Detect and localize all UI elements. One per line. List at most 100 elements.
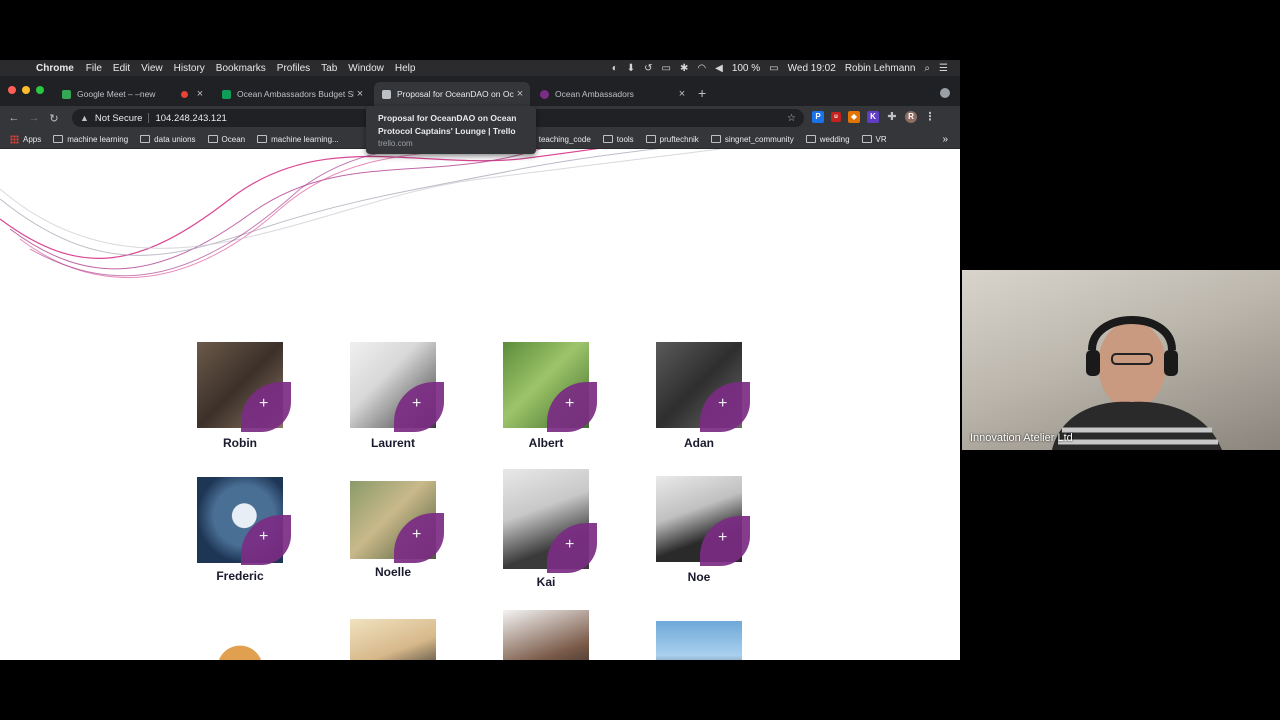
tab-search-icon[interactable] xyxy=(940,88,950,98)
back-arrow-icon[interactable]: ← xyxy=(4,112,24,124)
tab-title: Google Meet – –new xyxy=(77,89,156,99)
folder-icon xyxy=(861,135,872,143)
url-text[interactable]: 104.248.243.121 xyxy=(155,113,226,124)
bookmarks-overflow-icon[interactable]: » xyxy=(942,134,948,145)
extensions-puzzle-icon[interactable]: ✚ xyxy=(886,111,898,123)
profile-avatar[interactable]: R xyxy=(905,111,917,123)
display-icon[interactable]: ▭ xyxy=(662,63,671,74)
participant-name-label: Innovation Atelier Ltd xyxy=(970,432,1073,444)
folder-icon xyxy=(710,135,721,143)
tooltip-url: trello.com xyxy=(378,139,413,148)
menu-help[interactable]: Help xyxy=(395,63,416,74)
wave-line xyxy=(0,149,721,249)
ambassador-photo xyxy=(503,610,589,660)
tooltip-title: Proposal for OceanDAO on Ocean Protocol … xyxy=(378,113,517,136)
battery-icon[interactable]: ▭ xyxy=(769,63,778,74)
bookmark-apps[interactable]: Apps xyxy=(10,134,41,144)
menu-app-chrome[interactable]: Chrome xyxy=(36,63,74,74)
menu-bookmarks[interactable]: Bookmarks xyxy=(216,63,266,74)
apps-grid-icon xyxy=(10,134,19,144)
menubar-status-area: ◐ ⬇ ↺ ▭ ✱ ◠ ◀ 100 % ▭ Wed 19:02 Robin Le… xyxy=(612,63,960,74)
menu-tab[interactable]: Tab xyxy=(321,63,337,74)
extension-p-icon[interactable]: P xyxy=(812,111,824,123)
menu-window[interactable]: Window xyxy=(348,63,384,74)
bookmark-folder[interactable]: wedding xyxy=(805,135,850,144)
recording-indicator-icon xyxy=(181,90,188,98)
google-meet-icon xyxy=(62,89,71,99)
not-secure-label[interactable]: Not Secure xyxy=(95,113,143,124)
bluetooth-icon[interactable]: ✱ xyxy=(680,63,688,74)
trello-icon xyxy=(382,89,391,99)
menu-edit[interactable]: Edit xyxy=(113,63,130,74)
extensions-area: P u ◆ K ✚ R ⋮ xyxy=(812,111,936,123)
close-icon[interactable]: × xyxy=(194,88,206,100)
volume-icon[interactable]: ◀ xyxy=(715,63,723,74)
plus-icon: + xyxy=(259,528,269,545)
plus-icon: + xyxy=(412,526,422,543)
menu-history[interactable]: History xyxy=(174,63,205,74)
close-icon[interactable]: × xyxy=(514,88,526,100)
ambassador-name: Frederic xyxy=(216,569,264,583)
folder-icon xyxy=(207,135,218,143)
tab-proposal-oceandao[interactable]: Proposal for OceanDAO on Oc × xyxy=(374,82,530,106)
wifi-icon[interactable]: ◠ xyxy=(697,63,706,74)
plus-icon: + xyxy=(718,395,728,412)
new-tab-button[interactable]: + xyxy=(698,86,706,100)
menubar-user[interactable]: Robin Lehmann xyxy=(845,63,916,74)
reload-icon[interactable]: ↻ xyxy=(44,112,64,125)
sync-icon[interactable]: ◐ xyxy=(612,63,618,74)
extension-ublock-icon[interactable]: u xyxy=(831,112,841,122)
wave-line xyxy=(29,149,407,277)
ambassador-photo xyxy=(350,619,436,660)
extension-k-icon[interactable]: K xyxy=(867,111,879,123)
battery-percent[interactable]: 100 % xyxy=(732,63,760,74)
chrome-menu-icon[interactable]: ⋮ xyxy=(924,111,936,123)
tab-google-meet[interactable]: Google Meet – –new × xyxy=(54,82,210,106)
menu-view[interactable]: View xyxy=(141,63,163,74)
window-minimize-button[interactable] xyxy=(22,86,30,94)
tab-hover-tooltip: Proposal for OceanDAO on Ocean Protocol … xyxy=(366,106,536,154)
google-sheets-icon xyxy=(222,89,231,99)
bookmark-folder[interactable]: tools xyxy=(602,135,634,144)
participant-video-tile[interactable]: Innovation Atelier Ltd xyxy=(962,270,1280,450)
plus-icon: + xyxy=(412,395,422,412)
spotlight-search-icon[interactable]: ⌕ xyxy=(924,63,930,74)
close-icon[interactable]: × xyxy=(676,88,688,100)
bookmark-folder[interactable]: singnet_community xyxy=(710,135,794,144)
ambassador-photo xyxy=(197,621,283,660)
bookmark-folder[interactable]: data unions xyxy=(140,135,196,144)
menubar-datetime[interactable]: Wed 19:02 xyxy=(788,63,836,74)
menu-profiles[interactable]: Profiles xyxy=(277,63,310,74)
tab-ocean-ambassadors-budget[interactable]: Ocean Ambassadors Budget Sh × xyxy=(214,82,370,106)
tab-title: Proposal for OceanDAO on Oc xyxy=(397,89,514,99)
menu-file[interactable]: File xyxy=(86,63,102,74)
browser-tab-strip: Google Meet – –new × Ocean Ambassadors B… xyxy=(0,76,960,106)
tab-ocean-ambassadors[interactable]: Ocean Ambassadors × xyxy=(532,82,692,106)
time-machine-icon[interactable]: ↺ xyxy=(644,63,652,74)
bookmark-folder[interactable]: pruftechnik xyxy=(645,135,699,144)
forward-arrow-icon[interactable]: → xyxy=(24,112,44,124)
ambassador-name: Robin xyxy=(223,436,257,450)
plus-icon: + xyxy=(565,395,575,412)
window-close-button[interactable] xyxy=(8,86,16,94)
folder-icon xyxy=(257,135,268,143)
folder-icon xyxy=(53,135,64,143)
meeting-stage: Chrome File Edit View History Bookmarks … xyxy=(0,0,1280,720)
bookmark-folder[interactable]: machine learning... xyxy=(257,135,339,144)
bookmark-folder[interactable]: VR xyxy=(861,135,887,144)
plus-icon: + xyxy=(565,536,575,553)
ambassador-photo xyxy=(656,621,742,660)
bookmark-star-icon[interactable]: ☆ xyxy=(787,113,796,124)
close-icon[interactable]: × xyxy=(354,88,366,100)
bookmark-folder[interactable]: machine learning xyxy=(53,135,128,144)
bookmark-folder[interactable]: Ocean xyxy=(207,135,245,144)
plus-icon: + xyxy=(718,529,728,546)
metamask-icon[interactable]: ◆ xyxy=(848,111,860,123)
folder-icon xyxy=(140,135,151,143)
plus-icon: + xyxy=(259,395,269,412)
window-zoom-button[interactable] xyxy=(36,86,44,94)
ambassador-name: Adan xyxy=(684,436,714,450)
control-center-icon[interactable]: ☰ xyxy=(939,63,948,74)
warning-triangle-icon[interactable]: ▲ xyxy=(80,113,89,123)
download-icon[interactable]: ⬇ xyxy=(627,63,635,74)
